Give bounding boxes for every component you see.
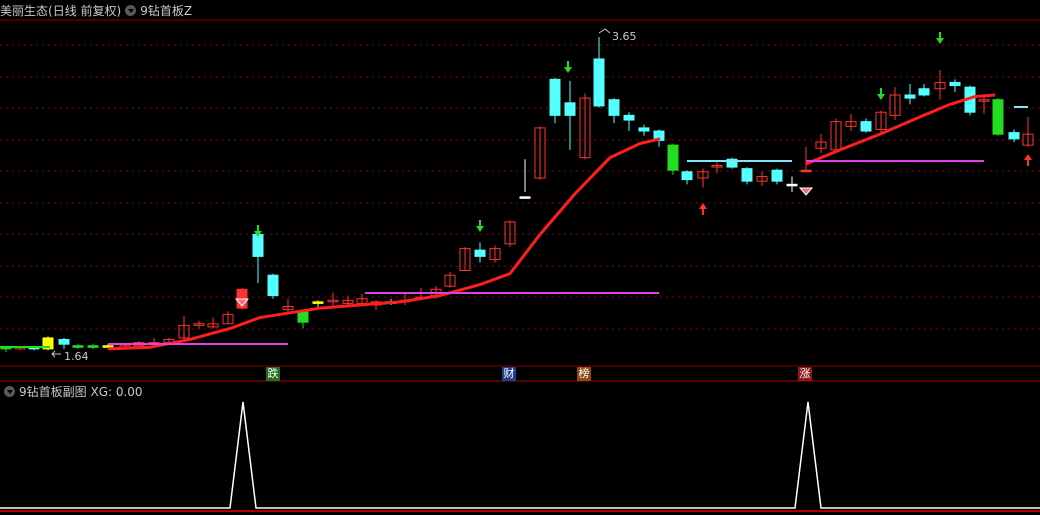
high-price-label: 3.65 bbox=[612, 30, 637, 43]
candle-body bbox=[918, 88, 930, 96]
low-price-marker bbox=[51, 350, 61, 358]
candle-body bbox=[771, 169, 783, 182]
down-arrow-icon bbox=[564, 67, 572, 73]
down-arrow-icon bbox=[877, 94, 885, 100]
candle-body bbox=[949, 81, 961, 87]
candle-body bbox=[87, 345, 99, 348]
high-price-marker bbox=[598, 28, 611, 34]
candle-body bbox=[312, 301, 324, 304]
candle-body bbox=[102, 345, 114, 348]
up-arrow-icon bbox=[699, 203, 707, 209]
candle-body bbox=[741, 168, 753, 182]
candle-body bbox=[681, 171, 693, 181]
down-arrow-icon bbox=[936, 38, 944, 44]
candle-body bbox=[549, 78, 561, 116]
diamond-icon bbox=[798, 187, 814, 196]
candle-body bbox=[564, 102, 576, 116]
candle-body bbox=[904, 94, 916, 99]
candle-body bbox=[593, 58, 605, 107]
candle-body bbox=[297, 310, 309, 323]
candle-body bbox=[252, 233, 264, 257]
up-arrow-icon bbox=[1024, 154, 1032, 160]
candle-body bbox=[474, 249, 486, 257]
candle-body bbox=[800, 169, 812, 173]
candle-body bbox=[267, 274, 279, 297]
candle-body bbox=[58, 338, 70, 345]
event-tag[interactable]: 榜 bbox=[577, 367, 591, 381]
event-tag[interactable]: 涨 bbox=[798, 367, 812, 381]
moving-average-line bbox=[107, 137, 661, 351]
candle-body bbox=[72, 345, 84, 348]
candle-body bbox=[519, 196, 531, 199]
event-tag[interactable]: 财 bbox=[502, 367, 516, 381]
candle-body bbox=[623, 114, 635, 121]
candle-body bbox=[860, 121, 872, 132]
candle-body bbox=[667, 144, 679, 171]
candle-body bbox=[608, 99, 620, 116]
candle-body bbox=[992, 99, 1004, 135]
candle-body bbox=[638, 127, 650, 132]
low-price-label: 1.64 bbox=[64, 350, 89, 363]
down-arrow-icon bbox=[476, 226, 484, 232]
event-tag[interactable]: 跌 bbox=[266, 367, 280, 381]
candle-body bbox=[786, 183, 798, 187]
candle-body bbox=[1008, 132, 1020, 140]
candlestick-chart[interactable]: 3.65 1.64 bbox=[0, 0, 1040, 515]
xg-signal-line bbox=[0, 401, 1040, 509]
